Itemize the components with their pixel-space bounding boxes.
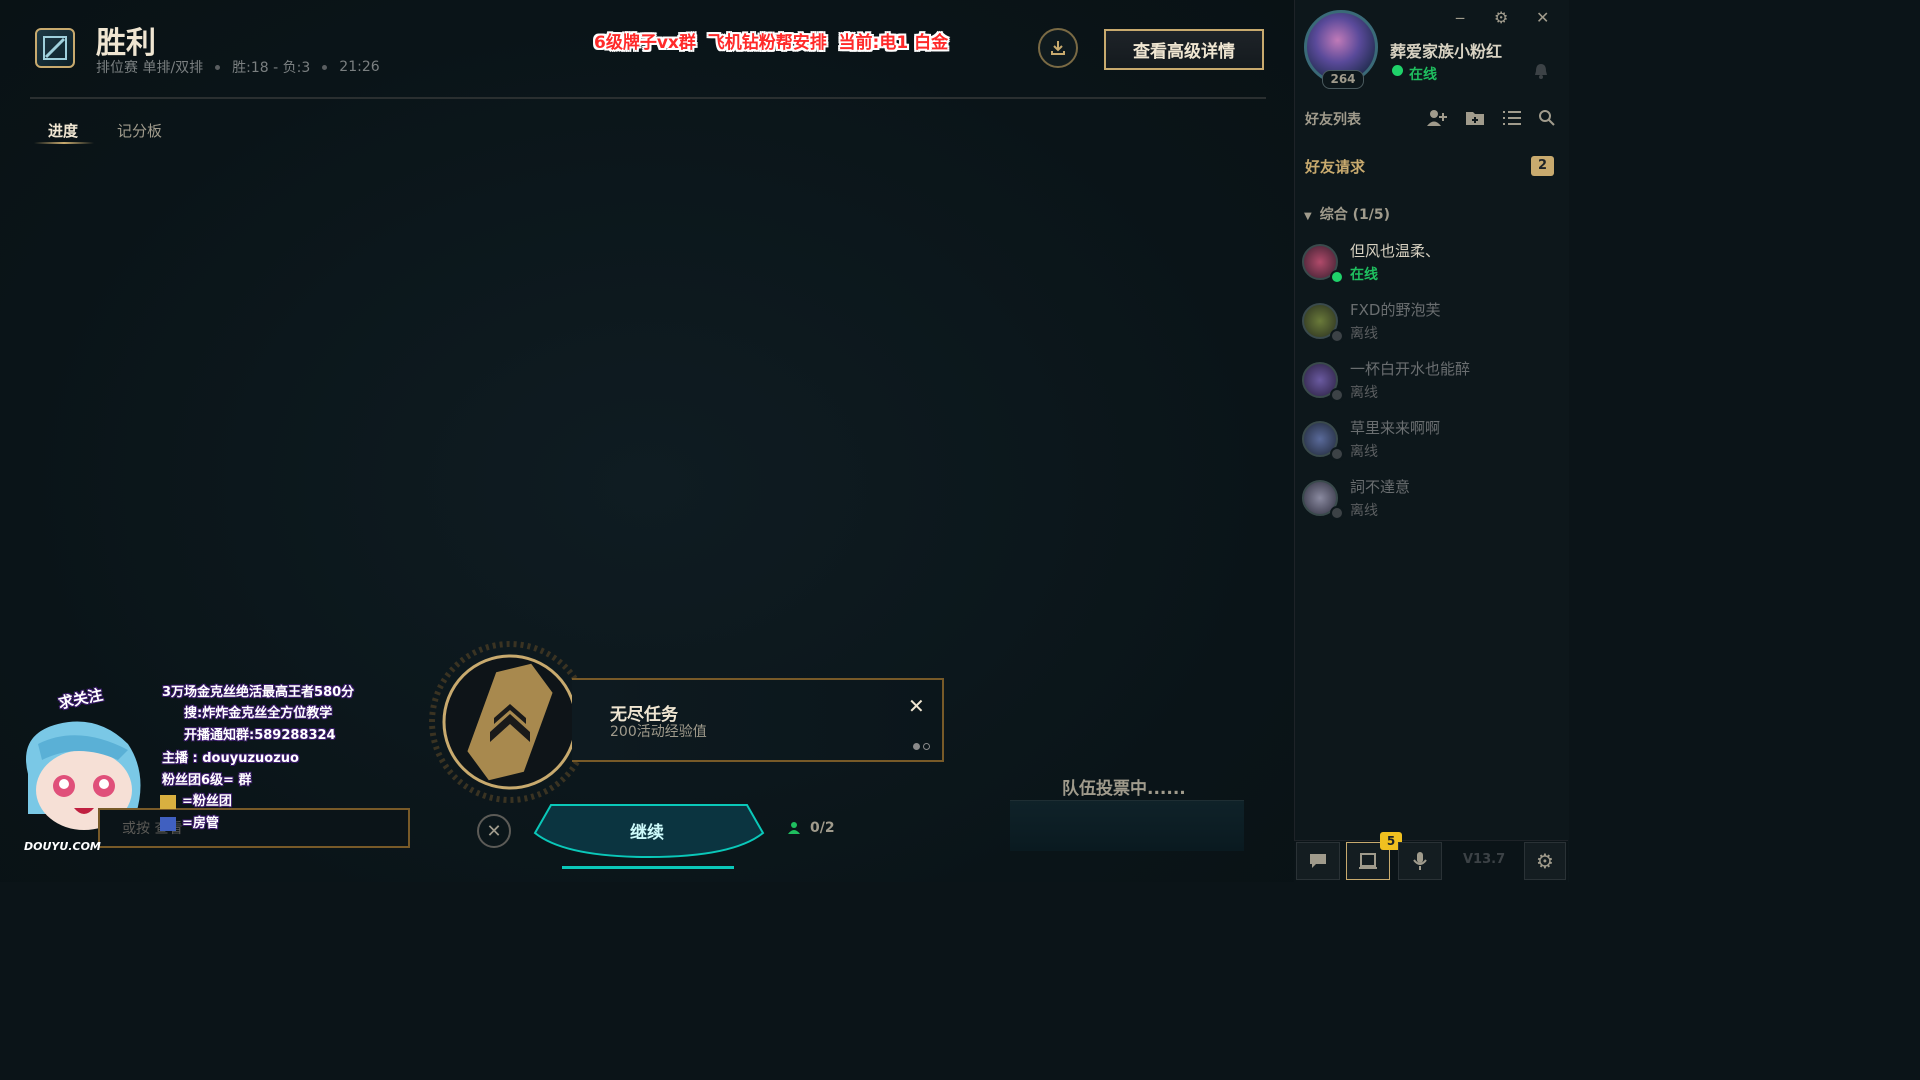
chat-button[interactable]	[1296, 842, 1340, 880]
overlay-line: =房管	[160, 812, 219, 831]
continue-label[interactable]: 继续	[533, 818, 761, 843]
client-version: V13.7	[1463, 852, 1506, 867]
close-icon[interactable]: ✕	[908, 694, 925, 718]
add-friend-icon[interactable]	[1426, 109, 1448, 127]
separator-dot	[215, 64, 221, 70]
vote-count-value: 0/2	[810, 820, 835, 836]
chevron-down-icon: ▼	[1304, 211, 1312, 222]
overlay-line-text: =房管	[182, 816, 219, 831]
friend-status: 离线	[1350, 385, 1378, 401]
advanced-details-button[interactable]: 查看高级详情	[1104, 29, 1264, 70]
search-icon[interactable]	[1538, 109, 1556, 127]
post-game-panel: 胜利 排位赛 单排/双排 胜:18 - 负:3 21:26 6级牌子vx群 飞机…	[0, 0, 1294, 882]
game-duration: 21:26	[339, 59, 380, 75]
win-loss-record: 胜:18 - 负:3	[232, 60, 311, 76]
overlay-line: =粉丝团	[160, 790, 232, 809]
friend-requests-badge: 2	[1531, 156, 1554, 176]
gear-icon: ⚙	[1536, 849, 1554, 873]
profile-name: 葬爱家族小粉红	[1390, 42, 1503, 61]
friend-status: 离线	[1350, 503, 1378, 519]
status-dot	[1330, 388, 1344, 402]
group-label: 综合 (1/5)	[1319, 207, 1390, 223]
overlay-line-text: =粉丝团	[182, 794, 232, 809]
overlay-line: 粉丝团6级= 群	[162, 773, 252, 788]
game-summary: 排位赛 单排/双排 胜:18 - 负:3 21:26	[96, 57, 380, 77]
mission-emblem-icon	[429, 641, 591, 803]
team-vote-status: 队伍投票中......	[1062, 779, 1186, 799]
friend-group-header[interactable]: ▼ 综合 (1/5)	[1304, 204, 1390, 224]
voice-button[interactable]	[1398, 842, 1442, 880]
moderator-icon	[160, 816, 176, 831]
online-status-dot	[1392, 65, 1403, 76]
friend-name: 但风也温柔、	[1350, 242, 1441, 260]
status-dot	[1330, 329, 1344, 343]
microphone-icon	[1413, 852, 1427, 870]
profile-status[interactable]: 在线	[1409, 64, 1437, 84]
douyu-watermark: DOUYU.COM	[24, 840, 101, 853]
chat-bubble-icon	[1310, 854, 1326, 868]
queue-type: 排位赛 单排/双排	[96, 60, 204, 76]
list-view-icon[interactable]	[1502, 109, 1522, 127]
download-button[interactable]	[1038, 28, 1078, 68]
client-window: 胜利 排位赛 单排/双排 胜:18 - 负:3 21:26 6级牌子vx群 飞机…	[0, 0, 1569, 883]
friend-requests[interactable]: 好友请求	[1305, 156, 1365, 177]
friend-item[interactable]: 一杯白开水也能醉 离线	[1300, 358, 1560, 412]
friend-item[interactable]: 草里来来啊啊 离线	[1300, 417, 1560, 471]
friend-name: 草里来来啊啊	[1350, 419, 1441, 437]
friend-item[interactable]: FXD的野泡芙 离线	[1300, 299, 1560, 353]
friend-status: 离线	[1350, 326, 1378, 342]
close-icon: ✕	[486, 820, 502, 842]
overlay-line: 3万场金克丝绝活最高王者580分	[162, 685, 355, 700]
minimize-icon[interactable]: ‒	[1455, 8, 1465, 27]
fan-badge-icon	[160, 794, 176, 809]
stream-promo-text: 6级牌子vx群 飞机钻粉帮安排 当前:电1 白金	[594, 33, 949, 53]
vote-count: 0/2	[786, 820, 835, 836]
separator-dot	[322, 64, 328, 70]
tab-scoreboard[interactable]: 记分板	[117, 120, 162, 141]
ranked-emblem-icon	[35, 28, 75, 68]
chat-input[interactable]: 或按 查看	[98, 808, 410, 848]
overlay-line: 主播 : douyuzuozuo	[162, 751, 299, 766]
mission-reward: 200活动经验值	[610, 724, 707, 740]
close-icon[interactable]: ✕	[1536, 8, 1549, 27]
friend-name: FXD的野泡芙	[1350, 301, 1441, 319]
status-dot	[1330, 270, 1344, 284]
header-divider	[30, 97, 1266, 99]
settings-button[interactable]: ⚙	[1524, 842, 1566, 880]
status-dot	[1330, 447, 1344, 461]
page-title: 胜利	[96, 26, 156, 61]
download-icon	[1051, 41, 1065, 55]
friend-item[interactable]: 但风也温柔、 在线	[1300, 240, 1560, 294]
friend-item[interactable]: 詞不達意 离线	[1300, 476, 1560, 530]
mission-pager	[913, 743, 930, 750]
friend-list-title: 好友列表	[1305, 112, 1361, 128]
follow-label: 求关注	[56, 685, 105, 713]
pager-dot[interactable]	[913, 743, 920, 750]
missions-icon	[1359, 853, 1377, 869]
friend-name: 詞不達意	[1350, 478, 1411, 496]
overlay-line: 搜:炸炸金克丝全方位教学	[184, 706, 333, 721]
friend-status: 离线	[1350, 444, 1378, 460]
pager-dot[interactable]	[923, 743, 930, 750]
players-icon	[788, 822, 800, 834]
team-vote-panel	[1010, 800, 1244, 851]
friend-status: 在线	[1350, 267, 1378, 283]
active-tab-indicator	[34, 142, 94, 144]
level-badge: 264	[1322, 70, 1364, 89]
overlay-line: 开播通知群:589288324	[184, 728, 336, 743]
bell-icon[interactable]	[1532, 62, 1550, 80]
leave-button[interactable]: ✕	[477, 814, 511, 848]
tab-progress[interactable]: 进度	[48, 120, 78, 141]
gear-icon[interactable]: ⚙	[1494, 8, 1508, 27]
friend-name: 一杯白开水也能醉	[1350, 360, 1471, 378]
add-folder-icon[interactable]	[1465, 109, 1485, 127]
continue-progress	[562, 866, 734, 869]
status-dot	[1330, 506, 1344, 520]
